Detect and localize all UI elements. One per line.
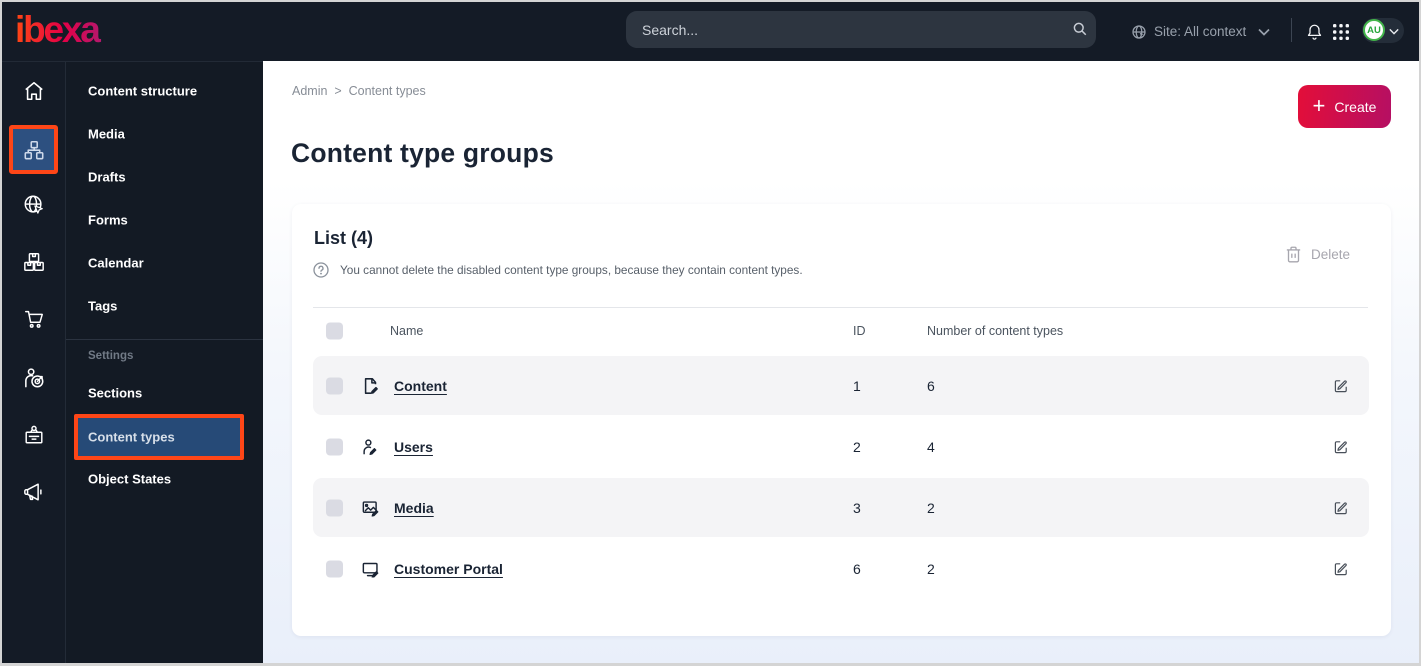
svg-text:ibexa: ibexa (16, 11, 101, 49)
